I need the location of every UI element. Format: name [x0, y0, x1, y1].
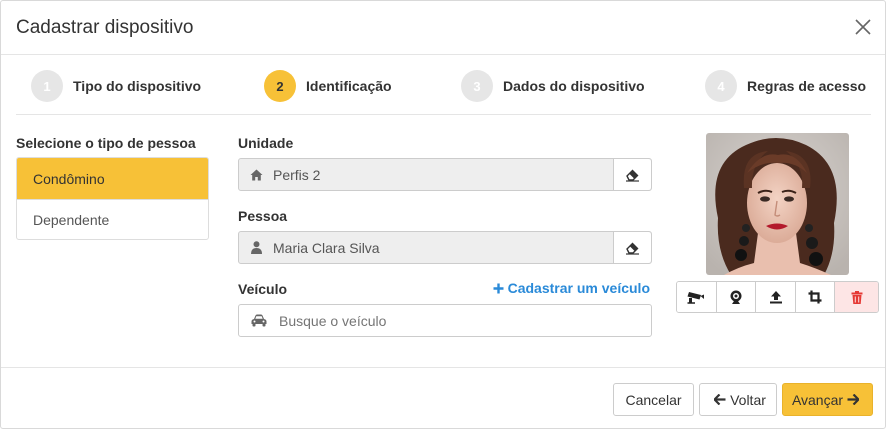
unit-label: Unidade [238, 135, 294, 151]
person-type-list: Condômino Dependente [16, 157, 209, 240]
crop-button[interactable] [795, 282, 836, 312]
crop-icon [808, 290, 822, 304]
step-number: 4 [705, 70, 737, 102]
cancel-button[interactable]: Cancelar [613, 383, 694, 416]
modal-header: Cadastrar dispositivo [1, 1, 885, 55]
step-identificacao[interactable]: 2 Identificação [264, 70, 392, 102]
clear-person-button[interactable] [613, 232, 651, 263]
vehicle-search-input[interactable] [279, 305, 651, 336]
photo-toolbar [676, 281, 879, 313]
vehicle-label: Veículo [238, 281, 288, 297]
upload-icon [769, 291, 782, 304]
person-type-dependente[interactable]: Dependente [17, 199, 208, 239]
person-field[interactable]: Maria Clara Silva [238, 231, 652, 264]
person-value: Maria Clara Silva [273, 239, 380, 256]
upload-button[interactable] [756, 282, 796, 312]
step-number: 2 [264, 70, 296, 102]
register-device-modal: Cadastrar dispositivo 1 Tipo do disposit… [0, 0, 886, 429]
camera-button[interactable] [677, 282, 717, 312]
close-icon[interactable] [853, 17, 873, 37]
modal-title: Cadastrar dispositivo [16, 17, 194, 38]
add-vehicle-link[interactable]: Cadastrar um veículo [493, 280, 650, 296]
delete-photo-button[interactable] [835, 282, 878, 312]
home-icon [239, 169, 273, 181]
step-label: Tipo do dispositivo [73, 78, 202, 94]
arrow-right-icon [847, 394, 860, 405]
step-tipo-do-dispositivo[interactable]: 1 Tipo do dispositivo [31, 70, 201, 102]
person-label: Pessoa [238, 208, 288, 224]
step-label: Identificação [306, 78, 392, 94]
next-button[interactable]: Avançar [782, 383, 873, 416]
unit-field[interactable]: Perfis 2 [238, 158, 652, 191]
step-dados-do-dispositivo[interactable]: 3 Dados do dispositivo [461, 70, 645, 102]
step-label: Regras de acesso [747, 78, 867, 94]
person-type-label: Selecione o tipo de pessoa [16, 135, 196, 151]
eraser-icon [626, 242, 639, 255]
back-button[interactable]: Voltar [699, 383, 777, 416]
back-label: Voltar [730, 391, 766, 408]
plus-icon [493, 283, 504, 294]
clear-unit-button[interactable] [613, 159, 651, 190]
add-vehicle-label: Cadastrar um veículo [507, 280, 650, 296]
trash-icon [851, 290, 863, 304]
modal-footer: Cancelar Voltar Avançar [1, 367, 885, 429]
car-icon [239, 314, 279, 327]
webcam-icon [730, 290, 742, 304]
camera-icon [687, 292, 705, 304]
person-photo [706, 133, 849, 275]
eraser-icon [626, 169, 639, 182]
arrow-left-icon [714, 394, 726, 405]
step-number: 3 [461, 70, 493, 102]
webcam-button[interactable] [716, 282, 757, 312]
step-regras-de-acesso[interactable]: 4 Regras de acesso [705, 70, 866, 102]
step-number: 1 [31, 70, 63, 102]
stepper: 1 Tipo do dispositivo 2 Identificação 3 … [16, 55, 871, 115]
next-label: Avançar [791, 391, 844, 408]
step-label: Dados do dispositivo [503, 78, 645, 94]
user-icon [239, 241, 273, 254]
unit-value: Perfis 2 [273, 166, 321, 183]
vehicle-search-field[interactable] [238, 304, 652, 337]
person-type-condomino[interactable]: Condômino [17, 158, 208, 199]
